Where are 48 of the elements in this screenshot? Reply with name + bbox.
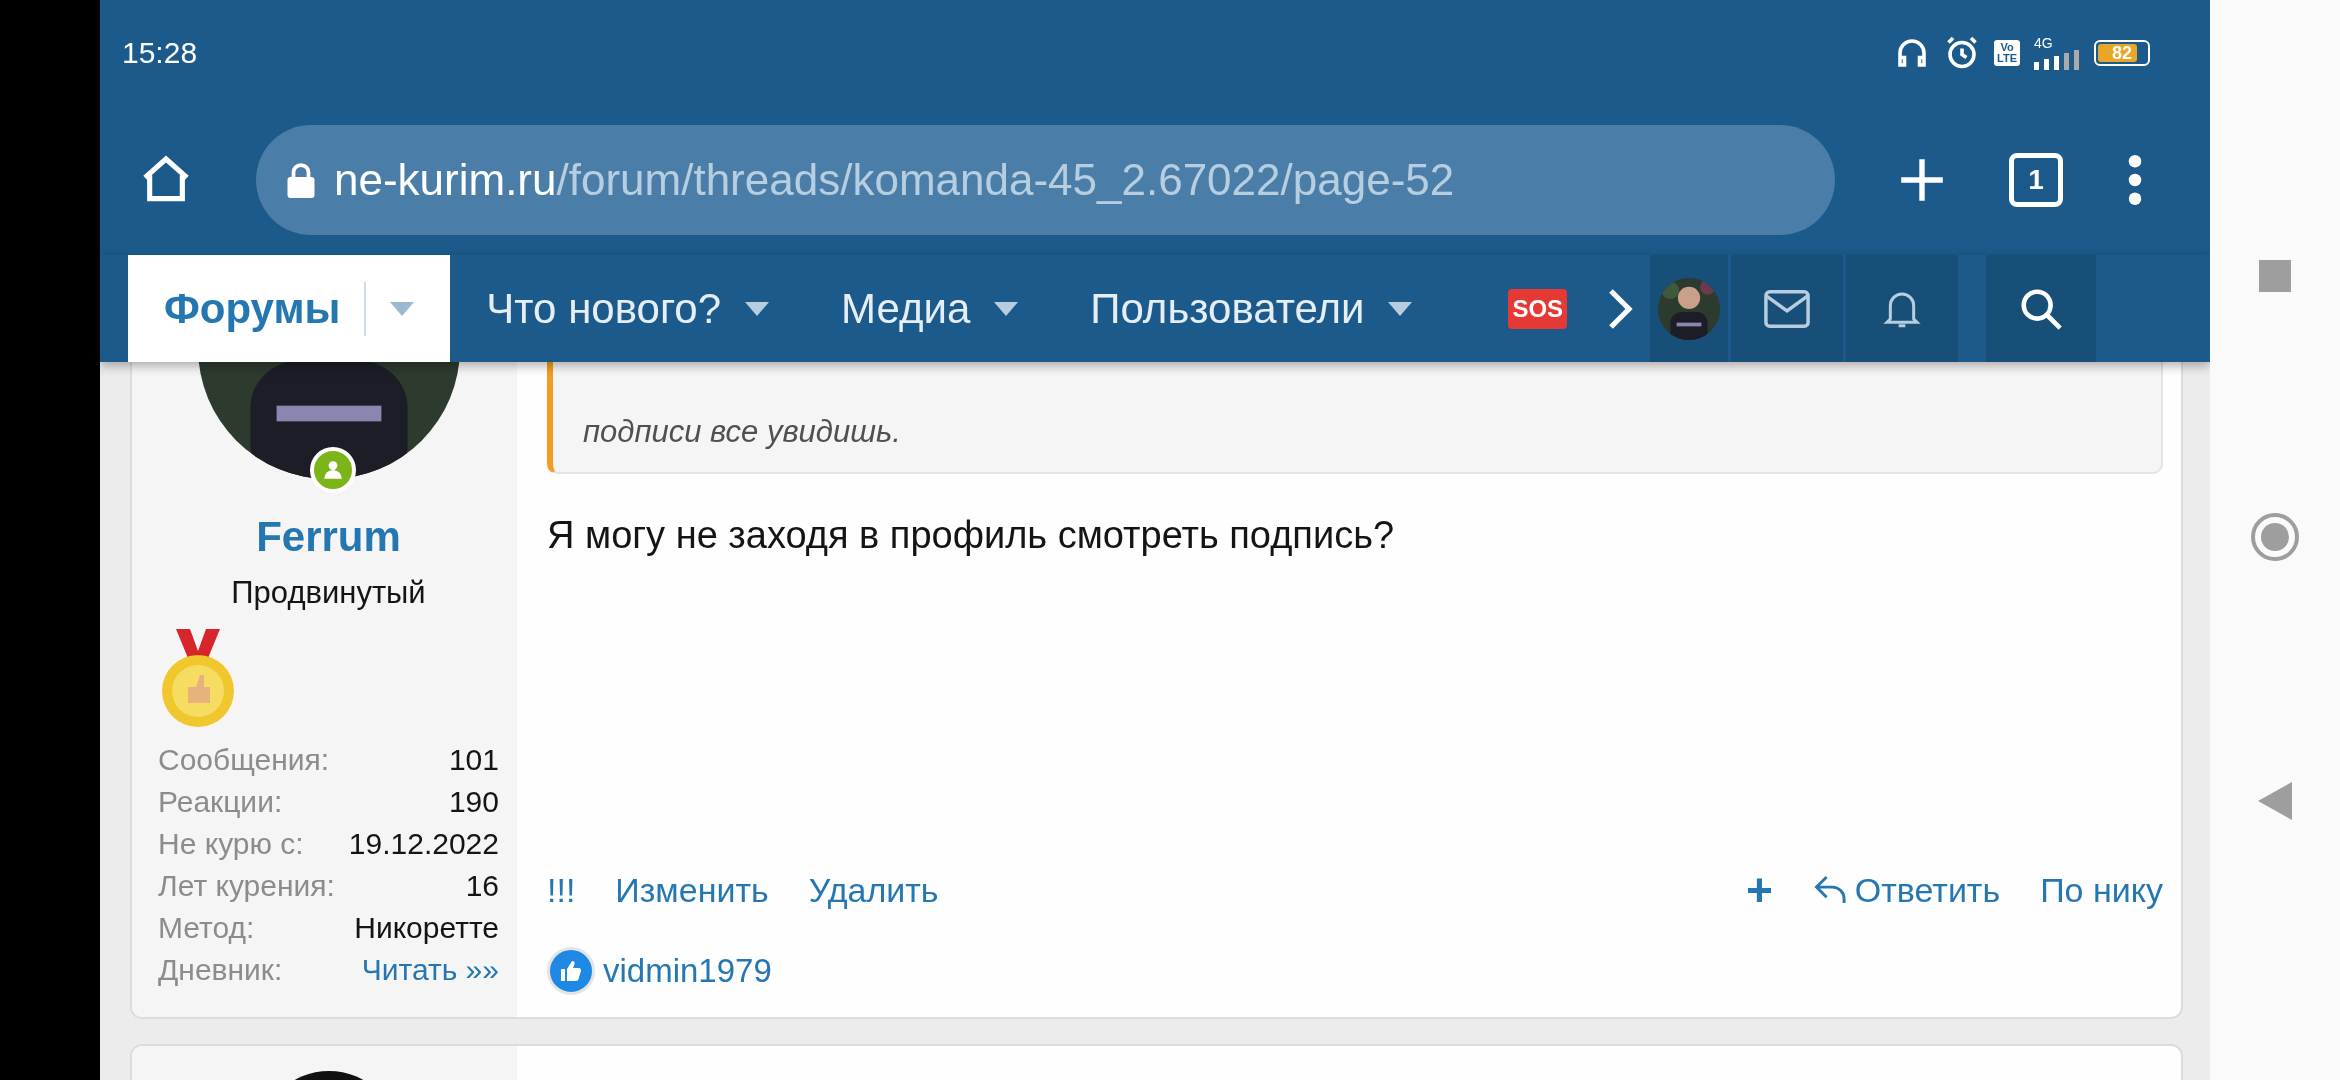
address-field[interactable]: ne-kurim.ru/forum/threads/komanda-45_2.67022/page-52 [256,125,1835,235]
tab-count-button[interactable]: 1 [2009,153,2063,207]
nav-tab[interactable]: Форумы [128,255,451,362]
lock-icon [286,162,316,198]
stat-label: Дневник: [158,953,284,987]
caret-icon [994,301,1019,316]
battery-icon: 82 [2094,39,2150,66]
stat-value: 190 [447,785,499,819]
nav-tab[interactable]: Пользователи [1054,255,1449,362]
volte-badge: Vo LTE [1994,39,2020,66]
caret-icon [1388,301,1413,316]
mail-icon [1764,288,1811,329]
network-label: 4G [2034,35,2053,50]
nav-tab[interactable]: Что нового? [450,255,805,362]
account-tile[interactable] [1650,255,1729,362]
stat-value: 101 [447,743,499,777]
diary-link[interactable]: Читать »» [334,953,499,987]
stat-label: Метод: [158,911,256,945]
stat-value: 19.12.2022 [347,827,499,861]
caret-icon [390,301,415,316]
nav-tab[interactable]: Медиа [805,255,1055,362]
status-time: 15:28 [122,35,199,70]
stat-label: Не курю с: [158,827,305,861]
post-action-link[interactable]: Изменить [615,870,769,910]
author-title: Продвинутый [231,575,426,611]
stat-value: 16 [464,869,499,903]
stat-label: Сообщения: [158,743,331,777]
signal-icon [2034,49,2080,70]
post-text: Я могу не заходя в профиль смотреть подпись? [547,514,1396,558]
stat-label: Лет курения: [158,869,335,903]
caret-icon [745,301,769,316]
like-icon [547,947,595,995]
alerts-button[interactable] [1846,255,1959,362]
reply-link[interactable]: Ответить [1812,870,2001,910]
inbox-button[interactable] [1731,255,1844,362]
quote-text: подписи все увидишь. [583,414,901,450]
post-action-link[interactable]: По нику [2040,870,2163,910]
search-button[interactable] [1986,255,2097,362]
reaction-user-link[interactable]: vidmin1979 [603,952,772,990]
back-button[interactable] [2258,782,2292,820]
author-name[interactable]: Ferrum [256,513,401,561]
post-action-link[interactable]: !!! [547,870,576,910]
sos-badge[interactable]: SOS [1508,288,1568,329]
reply-icon [1812,874,1849,906]
post-action-link[interactable]: Удалить [808,870,939,910]
multiquote-button[interactable]: + [1745,863,1773,917]
stat-value: Никоретте [353,911,499,945]
stat-label: Реакции: [158,785,284,819]
